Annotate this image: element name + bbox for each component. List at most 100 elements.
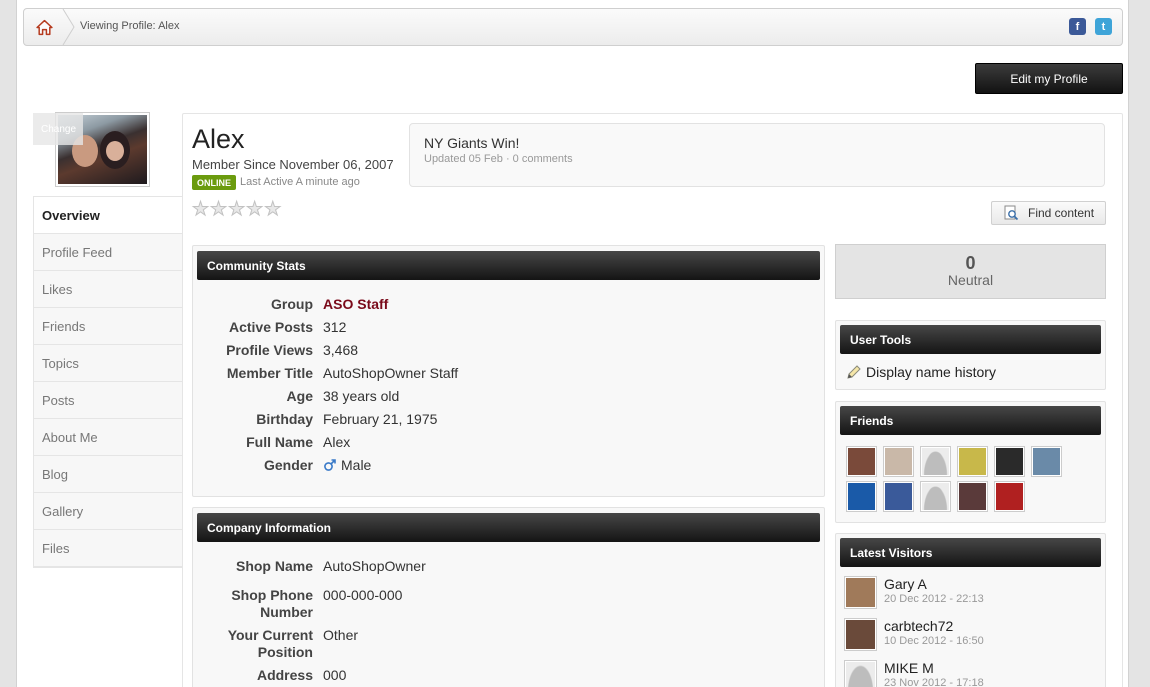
profile-field-label: Birthday bbox=[256, 411, 313, 427]
visitor-avatar[interactable] bbox=[844, 576, 877, 609]
user-tools-title: User Tools bbox=[850, 332, 912, 347]
latest-visitors-block: Latest Visitors Gary A 20 Dec 2012 - 22:1… bbox=[835, 533, 1106, 687]
profile-field-label: Member Title bbox=[226, 365, 313, 381]
latest-visitors-header: Latest Visitors bbox=[840, 538, 1101, 567]
twitter-icon[interactable]: t bbox=[1095, 18, 1112, 35]
profile-field-label: Age bbox=[286, 388, 313, 404]
profile-field-label: Profile Views bbox=[226, 342, 313, 358]
star-icon[interactable]: ★ bbox=[191, 200, 209, 220]
member-since: Member Since November 06, 2007 bbox=[192, 157, 394, 172]
friend-avatar[interactable] bbox=[920, 446, 951, 477]
profile-field-value: 000 bbox=[323, 667, 347, 683]
reputation-box: 0 Neutral bbox=[835, 244, 1106, 299]
sidebar-item-likes[interactable]: Likes bbox=[34, 271, 183, 308]
sidebar-item-friends[interactable]: Friends bbox=[34, 308, 183, 345]
profile-field-label: Group bbox=[271, 296, 313, 312]
status-update-box: NY Giants Win! Updated 05 Feb · 0 commen… bbox=[409, 123, 1105, 187]
profile-field-label: Gender bbox=[263, 457, 313, 473]
profile-field-value: February 21, 1975 bbox=[323, 411, 438, 427]
friend-avatar[interactable] bbox=[994, 446, 1025, 477]
profile-field-value: 38 years old bbox=[323, 388, 400, 404]
status-badge: ONLINE bbox=[192, 175, 237, 190]
home-button[interactable] bbox=[24, 9, 64, 45]
profile-name: Alex bbox=[192, 124, 245, 154]
star-icon[interactable]: ★ bbox=[228, 200, 246, 220]
friend-avatar[interactable] bbox=[920, 481, 951, 512]
user-tools-header: User Tools bbox=[840, 325, 1101, 354]
sidebar-item-posts[interactable]: Posts bbox=[34, 382, 183, 419]
status-meta: Updated 05 Feb · 0 comments bbox=[424, 153, 573, 165]
breadcrumb-current: Viewing Profile: Alex bbox=[80, 20, 180, 32]
profile-field-label: Shop Name bbox=[235, 558, 313, 574]
profile-field-value: 312 bbox=[323, 319, 347, 335]
sidebar-item-topics[interactable]: Topics bbox=[34, 345, 183, 382]
profile-field-value: AutoShopOwner Staff bbox=[323, 365, 459, 381]
visitor-date: 23 Nov 2012 - 17:18 bbox=[884, 677, 984, 687]
visitor-name[interactable]: carbtech72 bbox=[884, 618, 953, 634]
profile-field-value[interactable]: ASO Staff bbox=[323, 296, 388, 312]
latest-visitors-title: Latest Visitors bbox=[850, 545, 933, 560]
profile-field-value: Other bbox=[323, 627, 359, 643]
profile-field-value: Male bbox=[323, 457, 371, 473]
sidebar-item-files[interactable]: Files bbox=[34, 530, 183, 567]
profile-field-value: AutoShopOwner bbox=[323, 558, 426, 574]
find-content-button[interactable]: Find content bbox=[991, 201, 1106, 225]
visitor-name[interactable]: MIKE M bbox=[884, 660, 934, 676]
visitor-item[interactable]: carbtech72 10 Dec 2012 - 16:50 bbox=[844, 618, 1104, 658]
visitor-item[interactable]: MIKE M 23 Nov 2012 - 17:18 bbox=[844, 660, 1104, 687]
sidebar-item-about-me[interactable]: About Me bbox=[34, 419, 183, 456]
find-content-label: Find content bbox=[1028, 206, 1095, 220]
last-active: Last Active A minute ago bbox=[240, 176, 360, 188]
star-icon[interactable]: ★ bbox=[246, 200, 264, 220]
friends-block: Friends bbox=[835, 401, 1106, 523]
friend-avatar[interactable] bbox=[957, 481, 988, 512]
friend-avatar[interactable] bbox=[846, 481, 877, 512]
sidebar-item-profile-feed[interactable]: Profile Feed bbox=[34, 234, 183, 271]
edit-profile-button[interactable]: Edit my Profile bbox=[975, 63, 1123, 94]
profile-nav: Overview Profile Feed Likes Friends Topics Po… bbox=[33, 196, 183, 568]
visitor-date: 10 Dec 2012 - 16:50 bbox=[884, 635, 984, 647]
friend-avatar[interactable] bbox=[994, 481, 1025, 512]
community-stats-title: Community Stats bbox=[207, 258, 306, 273]
profile-field-label: Shop Phone Number bbox=[231, 587, 313, 620]
visitor-avatar[interactable] bbox=[844, 660, 877, 687]
community-stats-header: Community Stats bbox=[197, 251, 820, 280]
change-photo-button[interactable]: Change bbox=[33, 113, 83, 145]
pencil-icon bbox=[847, 365, 861, 379]
company-info-block: Company Information Shop Name AutoShopOwn… bbox=[192, 507, 825, 687]
profile-field-label: Address bbox=[256, 667, 313, 683]
status-title[interactable]: NY Giants Win! bbox=[424, 135, 519, 151]
profile-field-label: Active Posts bbox=[228, 319, 313, 335]
profile-field-value: 3,468 bbox=[323, 342, 359, 358]
user-tools-block: User Tools Display name history bbox=[835, 320, 1106, 390]
star-icon[interactable]: ★ bbox=[210, 200, 228, 220]
friend-avatar[interactable] bbox=[883, 446, 914, 477]
display-name-history-link[interactable]: Display name history bbox=[846, 364, 996, 380]
breadcrumb: Viewing Profile: Alex f t bbox=[23, 8, 1123, 46]
facebook-icon[interactable]: f bbox=[1069, 18, 1086, 35]
sidebar-item-gallery[interactable]: Gallery bbox=[34, 493, 183, 530]
star-icon[interactable]: ★ bbox=[264, 200, 282, 220]
search-document-icon bbox=[1004, 205, 1019, 221]
profile-field-label: Full Name bbox=[246, 434, 313, 450]
male-icon bbox=[324, 459, 336, 471]
friend-avatar[interactable] bbox=[883, 481, 914, 512]
company-info-header: Company Information bbox=[197, 513, 820, 542]
breadcrumb-separator-icon bbox=[62, 9, 75, 45]
visitor-item[interactable]: Gary A 20 Dec 2012 - 22:13 bbox=[844, 576, 1104, 616]
sidebar-item-overview[interactable]: Overview bbox=[34, 197, 183, 234]
sidebar-item-blog[interactable]: Blog bbox=[34, 456, 183, 493]
friend-avatar[interactable] bbox=[846, 446, 877, 477]
visitor-date: 20 Dec 2012 - 22:13 bbox=[884, 593, 984, 605]
community-stats-block: Community Stats Group ASO Staff Active Pos… bbox=[192, 245, 825, 497]
visitor-name[interactable]: Gary A bbox=[884, 576, 927, 592]
friend-avatar[interactable] bbox=[957, 446, 988, 477]
reputation-value: 0 bbox=[965, 253, 976, 273]
company-info-title: Company Information bbox=[207, 520, 332, 535]
visitor-avatar[interactable] bbox=[844, 618, 877, 651]
rating-stars[interactable]: ★ ★ ★ ★ ★ bbox=[191, 200, 282, 220]
friends-header: Friends bbox=[840, 406, 1101, 435]
page: Viewing Profile: Alex f t Edit my Profil… bbox=[16, 0, 1129, 687]
reputation-label: Neutral bbox=[947, 272, 994, 288]
friend-avatar[interactable] bbox=[1031, 446, 1062, 477]
